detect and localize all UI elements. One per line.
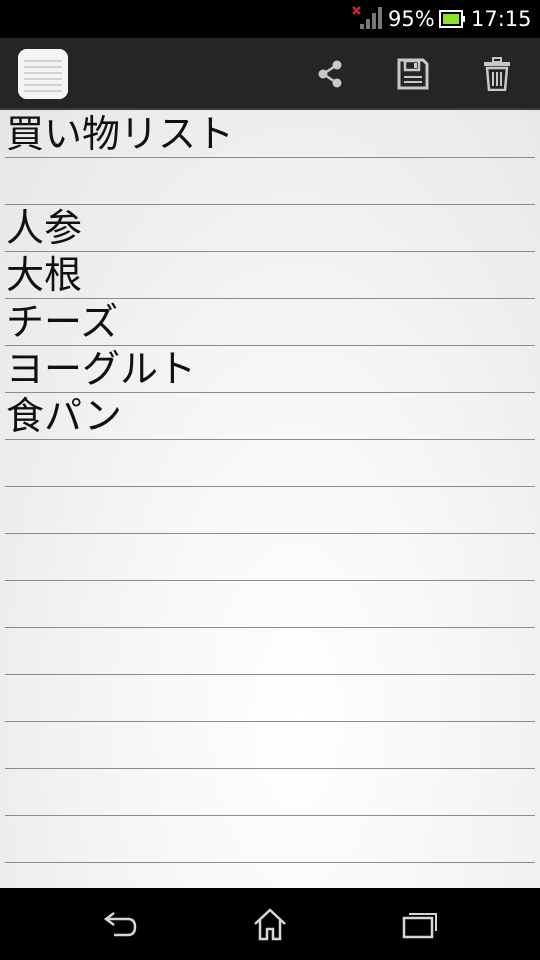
recent-apps-icon <box>402 913 437 939</box>
ruled-line <box>5 862 535 863</box>
notepad-icon[interactable] <box>18 49 68 99</box>
ruled-line <box>5 251 535 252</box>
note-line[interactable]: チーズ <box>6 299 118 345</box>
ruled-line <box>5 486 535 487</box>
share-button[interactable] <box>308 52 352 96</box>
ruled-line <box>5 768 535 769</box>
back-icon <box>103 912 137 937</box>
note-line[interactable]: 食パン <box>6 393 122 439</box>
save-button[interactable] <box>391 52 435 96</box>
ruled-line <box>5 439 535 440</box>
note-line[interactable]: 人参 <box>6 205 82 251</box>
ruled-line <box>5 721 535 722</box>
ruled-line <box>5 392 535 393</box>
action-bar <box>0 38 540 110</box>
ruled-line <box>5 627 535 628</box>
note-editor[interactable]: 買い物リスト 人参 大根 チーズ ヨーグルト 食パン <box>0 110 540 888</box>
ruled-line <box>5 533 535 534</box>
notepad-lines-graphic <box>18 49 68 99</box>
battery-icon <box>439 10 465 28</box>
recent-apps-button[interactable] <box>392 902 448 946</box>
delete-button[interactable] <box>475 52 519 96</box>
trash-icon <box>484 57 510 91</box>
ruled-line <box>5 815 535 816</box>
status-time: 17:15 <box>471 7 532 31</box>
status-bar: 95% 17:15 <box>0 0 540 38</box>
note-line[interactable]: ヨーグルト <box>6 346 196 392</box>
home-button[interactable] <box>242 902 298 946</box>
signal-no-connection-icon <box>352 6 382 29</box>
ruled-line <box>5 345 535 346</box>
note-line[interactable]: 大根 <box>6 252 82 298</box>
ruled-line <box>5 298 535 299</box>
ruled-line <box>5 674 535 675</box>
navigation-bar <box>0 888 540 960</box>
ruled-line <box>5 204 535 205</box>
save-icon <box>397 58 429 90</box>
share-icon <box>318 60 342 88</box>
ruled-line <box>5 157 535 158</box>
ruled-line <box>5 580 535 581</box>
note-title[interactable]: 買い物リスト <box>6 111 234 157</box>
back-button[interactable] <box>92 902 148 946</box>
home-icon <box>254 908 286 941</box>
battery-percent: 95% <box>388 7 435 31</box>
